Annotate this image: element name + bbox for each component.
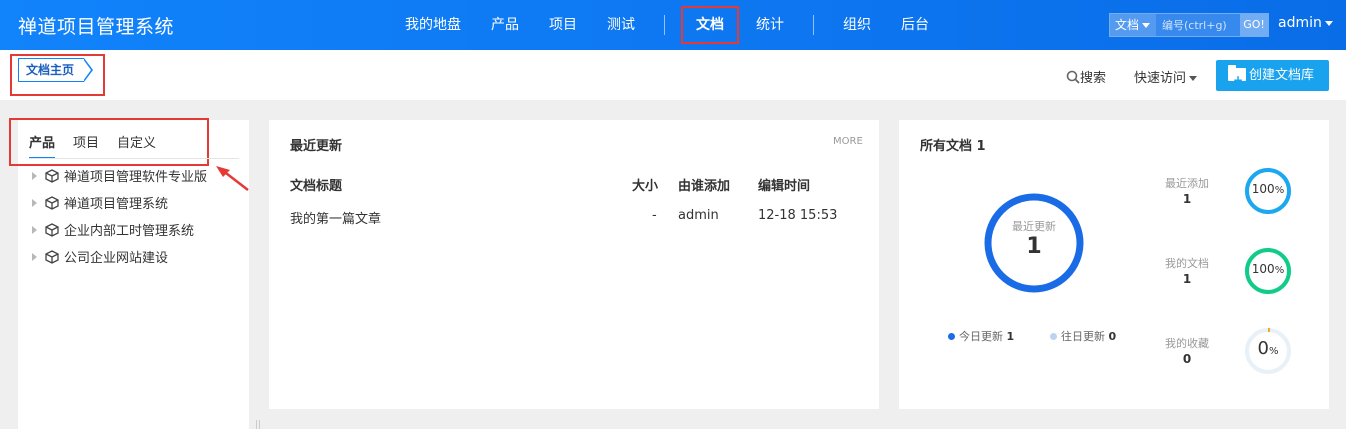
dot-icon <box>948 333 955 340</box>
cube-icon <box>45 169 59 183</box>
sub-toolbar: 文档主页 搜索 快速访问 创建文档库 <box>0 50 1346 100</box>
col-edit-time: 编辑时间 <box>758 179 811 194</box>
more-link[interactable]: MORE <box>833 136 863 147</box>
tree-item[interactable]: 禅道项目管理系统 <box>32 195 207 222</box>
stat-recent-added-label: 最近添加 <box>1165 177 1209 190</box>
nav-project[interactable]: 项目 <box>534 0 592 50</box>
tabs-divider <box>29 158 239 159</box>
nav-product[interactable]: 产品 <box>476 0 534 50</box>
brand-title[interactable]: 禅道项目管理系统 <box>18 12 174 39</box>
expand-icon[interactable] <box>32 199 37 207</box>
tree-item[interactable]: 公司企业网站建设 <box>32 249 207 276</box>
recent-updates-panel <box>269 120 879 409</box>
nav-separator <box>664 15 665 35</box>
search-button[interactable]: 搜索 <box>1066 67 1106 86</box>
chevron-down-icon <box>1142 23 1151 28</box>
tree-item[interactable]: 企业内部工时管理系统 <box>32 222 207 249</box>
main-nav: 我的地盘 产品 项目 测试 文档 统计 组织 后台 <box>390 0 944 50</box>
top-header: 禅道项目管理系统 我的地盘 产品 项目 测试 文档 统计 组织 后台 文档 GO… <box>0 0 1346 50</box>
product-tree: 禅道项目管理软件专业版 禅道项目管理系统 企业内部工时管理系统 公司企业网站建设 <box>32 168 207 276</box>
dot-icon <box>1050 333 1057 340</box>
expand-icon[interactable] <box>32 226 37 234</box>
doc-added-by: admin <box>678 208 719 223</box>
lib-type-tabs: 产品 项目 自定义 <box>29 132 174 159</box>
expand-icon[interactable] <box>32 253 37 261</box>
stat-recent-added-value: 1 <box>1182 192 1192 206</box>
stat-favorites-label: 我的收藏 <box>1165 337 1209 350</box>
breadcrumb[interactable]: 文档主页 <box>18 58 84 82</box>
cube-icon <box>45 196 59 210</box>
tab-custom[interactable]: 自定义 <box>117 132 156 159</box>
nav-admin[interactable]: 后台 <box>886 0 944 50</box>
stat-my-docs-value: 1 <box>1182 272 1192 286</box>
search-input[interactable] <box>1156 14 1240 36</box>
nav-separator <box>813 15 814 35</box>
global-search: 文档 GO! <box>1109 13 1269 37</box>
recent-title: 最近更新 <box>290 139 343 154</box>
chevron-down-icon <box>1189 76 1198 81</box>
search-go-button[interactable]: GO! <box>1240 14 1268 36</box>
col-added-by: 由谁添加 <box>678 179 731 194</box>
quick-access-dropdown[interactable]: 快速访问 <box>1134 67 1198 86</box>
stat-ring-percent: 100% <box>1251 182 1285 196</box>
folder-add-icon <box>1228 65 1246 96</box>
tab-product[interactable]: 产品 <box>29 132 56 159</box>
search-type-select[interactable]: 文档 <box>1110 14 1156 36</box>
stat-ring-percent: 0% <box>1257 338 1279 359</box>
doc-size: - <box>652 208 657 223</box>
col-size: 大小 <box>632 179 659 194</box>
ring-label: 最近更新 <box>1012 220 1056 233</box>
stat-my-docs-label: 我的文档 <box>1165 257 1209 270</box>
annotation-arrow-icon <box>216 166 249 191</box>
col-doc-title: 文档标题 <box>290 179 343 194</box>
user-menu[interactable]: admin <box>1278 15 1333 31</box>
nav-my-dashboard[interactable]: 我的地盘 <box>390 0 476 50</box>
cube-icon <box>45 250 59 264</box>
legend-today: 今日更新 1 <box>948 328 1014 344</box>
doc-edit-time: 12-18 15:53 <box>758 208 838 223</box>
nav-org[interactable]: 组织 <box>828 0 886 50</box>
doc-title-link[interactable]: 我的第一篇文章 <box>290 208 381 227</box>
nav-stats[interactable]: 统计 <box>741 0 799 50</box>
cube-icon <box>45 223 59 237</box>
nav-doc[interactable]: 文档 <box>681 6 739 44</box>
tree-item[interactable]: 禅道项目管理软件专业版 <box>32 168 207 195</box>
breadcrumb-arrow-inner <box>83 59 91 81</box>
legend-past: 往日更新 0 <box>1050 328 1116 344</box>
stat-ring-percent: 100% <box>1251 262 1285 276</box>
search-icon <box>1066 70 1080 84</box>
panel-resize-handle[interactable] <box>256 420 260 429</box>
chevron-down-icon <box>1324 20 1333 26</box>
create-doclib-button[interactable]: 创建文档库 <box>1216 60 1329 96</box>
nav-test[interactable]: 测试 <box>592 0 650 50</box>
tab-project[interactable]: 项目 <box>73 132 99 159</box>
all-docs-title: 所有文档 1 <box>920 139 986 154</box>
expand-icon[interactable] <box>32 172 37 180</box>
ring-value: 1 <box>1026 234 1042 259</box>
stat-favorites-value: 0 <box>1182 352 1192 366</box>
